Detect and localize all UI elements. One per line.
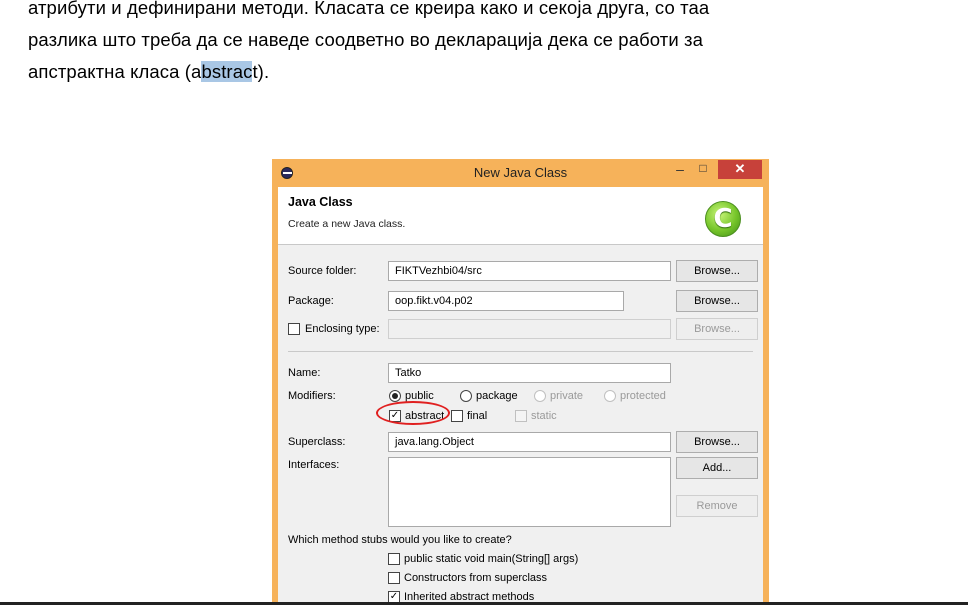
final-label: final: [467, 410, 488, 422]
package-input[interactable]: oop.fikt.v04.p02: [388, 291, 624, 311]
enclosing-type-checkbox[interactable]: [288, 323, 300, 335]
enclosing-type-label: Enclosing type:: [305, 323, 380, 335]
main-stub-label: public static void main(String[] args): [404, 553, 579, 565]
paragraph-line: разлика што треба да се наведе соодветно…: [28, 29, 703, 50]
source-folder-label: Source folder:: [288, 265, 357, 277]
superclass-label: Superclass:: [288, 436, 346, 448]
highlight-annotation: [376, 401, 450, 425]
package-radio[interactable]: [460, 390, 472, 402]
final-checkbox[interactable]: [451, 410, 463, 422]
window-titlebar[interactable]: New Java Class – □ ✕: [272, 159, 769, 187]
enclosing-type-input[interactable]: [388, 319, 671, 339]
protected-radio[interactable]: [604, 390, 616, 402]
text-segment: апстрактна класа (a: [28, 61, 202, 82]
paragraph-line: апстрактна класа (abstract).: [28, 56, 269, 87]
close-button[interactable]: ✕: [718, 160, 762, 179]
paragraph-line: атрибути и дефинирани методи. Класата се…: [28, 0, 710, 18]
text-selection[interactable]: bstrac: [201, 61, 253, 82]
dialog-banner: Java Class Create a new Java class. C: [278, 187, 763, 245]
protected-label: protected: [620, 390, 666, 402]
private-label: private: [550, 390, 584, 402]
banner-subtitle: Create a new Java class.: [288, 218, 406, 230]
text-segment: t).: [252, 61, 270, 82]
class-name-input[interactable]: Tatko: [388, 363, 671, 383]
package-modifier-label: package: [476, 390, 518, 402]
maximize-button[interactable]: □: [693, 161, 713, 179]
dialog-body: Java Class Create a new Java class. C So…: [278, 187, 763, 605]
browse-package-button[interactable]: Browse...: [676, 290, 758, 312]
public-radio[interactable]: [389, 390, 401, 402]
static-checkbox[interactable]: [515, 410, 527, 422]
package-label: Package:: [288, 295, 334, 307]
minimize-button[interactable]: –: [670, 161, 690, 179]
browse-superclass-button[interactable]: Browse...: [676, 431, 758, 453]
method-stubs-question: Which method stubs would you like to cre…: [288, 534, 512, 546]
superclass-input[interactable]: java.lang.Object: [388, 432, 671, 452]
name-label: Name:: [288, 367, 321, 379]
static-label: static: [531, 410, 557, 422]
separator: [288, 351, 753, 352]
main-stub-checkbox[interactable]: [388, 553, 400, 565]
constructors-stub-checkbox[interactable]: [388, 572, 400, 584]
constructors-stub-label: Constructors from superclass: [404, 572, 548, 584]
modifiers-label: Modifiers:: [288, 390, 336, 402]
source-folder-input[interactable]: FIKTVezhbi04/src: [388, 261, 671, 281]
browse-enclosing-type-button[interactable]: Browse...: [676, 318, 758, 340]
interfaces-label: Interfaces:: [288, 459, 340, 471]
browse-source-folder-button[interactable]: Browse...: [676, 260, 758, 282]
interfaces-list[interactable]: [388, 457, 671, 527]
java-class-icon: C: [705, 201, 741, 237]
private-radio[interactable]: [534, 390, 546, 402]
remove-interface-button[interactable]: Remove: [676, 495, 758, 517]
add-interface-button[interactable]: Add...: [676, 457, 758, 479]
new-java-class-dialog: New Java Class – □ ✕ Java Class Create a…: [272, 159, 769, 605]
banner-title: Java Class: [288, 195, 353, 209]
